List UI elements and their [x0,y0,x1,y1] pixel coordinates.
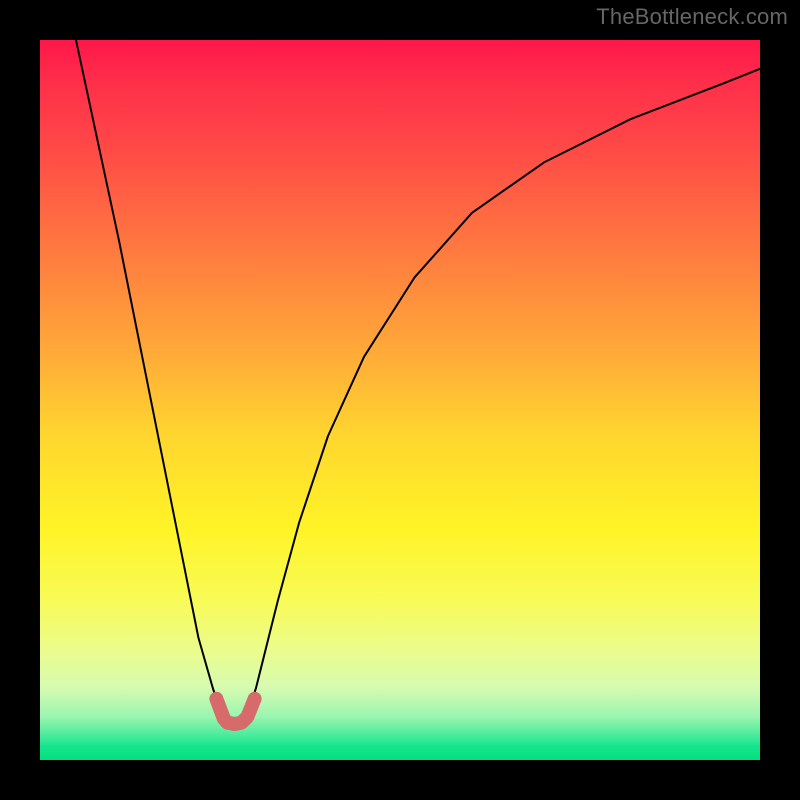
curve-svg [40,40,760,760]
plot-area [40,40,760,760]
bottleneck-curve [76,40,760,724]
chart-canvas: TheBottleneck.com [0,0,800,800]
highlight-curve [216,699,254,724]
watermark-text: TheBottleneck.com [596,4,788,30]
